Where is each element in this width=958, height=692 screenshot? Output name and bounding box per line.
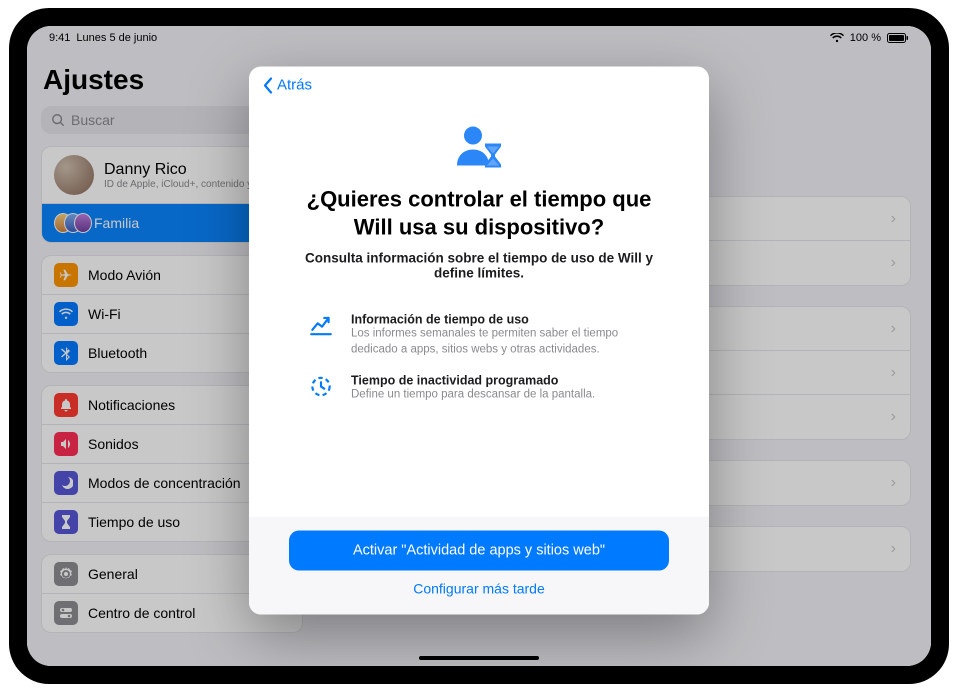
modal-subtitle: Consulta información sobre el tiempo de … — [289, 251, 669, 281]
feature2-title: Tiempo de inactividad programado — [351, 374, 595, 388]
screentime-setup-modal: Atrás ¿Quieres controlar el tiempo que W… — [249, 67, 709, 615]
chevron-left-icon — [263, 77, 273, 93]
back-button[interactable]: Atrás — [249, 67, 709, 98]
feature1-desc: Los informes semanales te permiten saber… — [351, 327, 653, 358]
back-label: Atrás — [277, 77, 312, 94]
feature1-title: Información de tiempo de uso — [351, 313, 653, 327]
chart-up-icon — [305, 313, 337, 358]
clock-rest-icon — [305, 374, 337, 404]
feature-downtime: Tiempo de inactividad programado Define … — [289, 366, 669, 412]
screen: 9:41 Lunes 5 de junio 100 % Ajustes Busc… — [27, 26, 931, 666]
screentime-hero-icon — [451, 124, 507, 170]
activate-button[interactable]: Activar "Actividad de apps y sitios web" — [289, 531, 669, 571]
feature-usage-info: Información de tiempo de uso Los informe… — [289, 305, 669, 366]
ipad-frame: 9:41 Lunes 5 de junio 100 % Ajustes Busc… — [9, 8, 949, 684]
modal-title: ¿Quieres controlar el tiempo que Will us… — [299, 186, 659, 241]
setup-later-button[interactable]: Configurar más tarde — [413, 581, 545, 597]
feature2-desc: Define un tiempo para descansar de la pa… — [351, 388, 595, 404]
home-indicator[interactable] — [419, 656, 539, 660]
